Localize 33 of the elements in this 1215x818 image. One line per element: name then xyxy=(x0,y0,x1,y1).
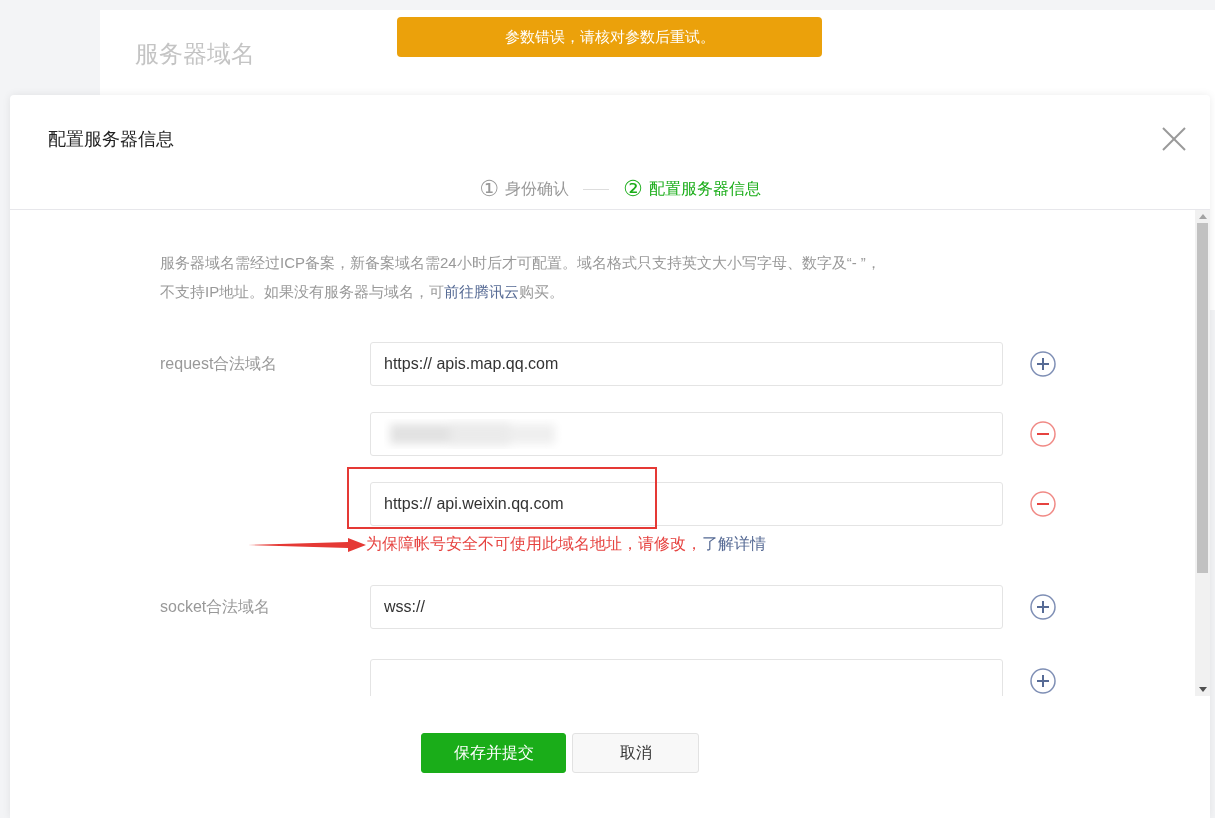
field-label: request合法域名 xyxy=(160,355,278,372)
remove-button[interactable] xyxy=(1030,421,1056,447)
plus-icon xyxy=(1030,351,1056,377)
domain-input[interactable]: wss:// xyxy=(370,585,1003,629)
field-label: socket合法域名 xyxy=(160,598,271,615)
step: ② 配置服务器信息 xyxy=(623,176,761,202)
domain-input[interactable] xyxy=(370,659,1003,696)
domain-input[interactable]: https:// api.weixin.qq.com xyxy=(370,482,1003,526)
add-button[interactable] xyxy=(1030,351,1056,377)
dialog-title: 配置服务器信息 xyxy=(48,128,174,151)
add-button[interactable] xyxy=(1030,594,1056,620)
error-toast: 参数错误，请核对参数后重试。 xyxy=(397,17,822,57)
domain-input[interactable]: https:// apis.map.qq.com xyxy=(370,342,1003,386)
plus-icon xyxy=(1030,668,1056,694)
buy-link[interactable]: 前往腾讯云 xyxy=(444,283,520,300)
close-icon xyxy=(1160,125,1188,153)
scroll-down-icon xyxy=(1198,687,1207,692)
step: ① 身份确认 xyxy=(479,176,569,202)
minus-icon xyxy=(1030,491,1056,517)
scrollbar-thumb[interactable] xyxy=(1197,223,1208,573)
close-button[interactable] xyxy=(1160,125,1188,153)
scroll-up-icon xyxy=(1198,214,1207,219)
intro-text: 服务器域名需经过ICP备案，新备案域名需24小时后才可配置。域名格式只支持英文大小写字母、数字及“- ”， 不支持IP地址。如果没有服务器与域名，可前往腾讯云购买。 xyxy=(160,253,882,302)
domain-input[interactable] xyxy=(370,412,1003,456)
minus-icon xyxy=(1030,421,1056,447)
plus-icon xyxy=(1030,594,1056,620)
scrollbar[interactable] xyxy=(1195,210,1210,696)
cancel-button[interactable]: 取消 xyxy=(572,733,699,773)
add-button[interactable] xyxy=(1030,668,1056,694)
remove-button[interactable] xyxy=(1030,491,1056,517)
section-title: 服务器域名 xyxy=(135,40,255,67)
details-link[interactable]: 了解详情 xyxy=(702,535,766,552)
error-message: 为保障帐号安全不可使用此域名地址，请修改，了解详情 xyxy=(366,534,766,554)
